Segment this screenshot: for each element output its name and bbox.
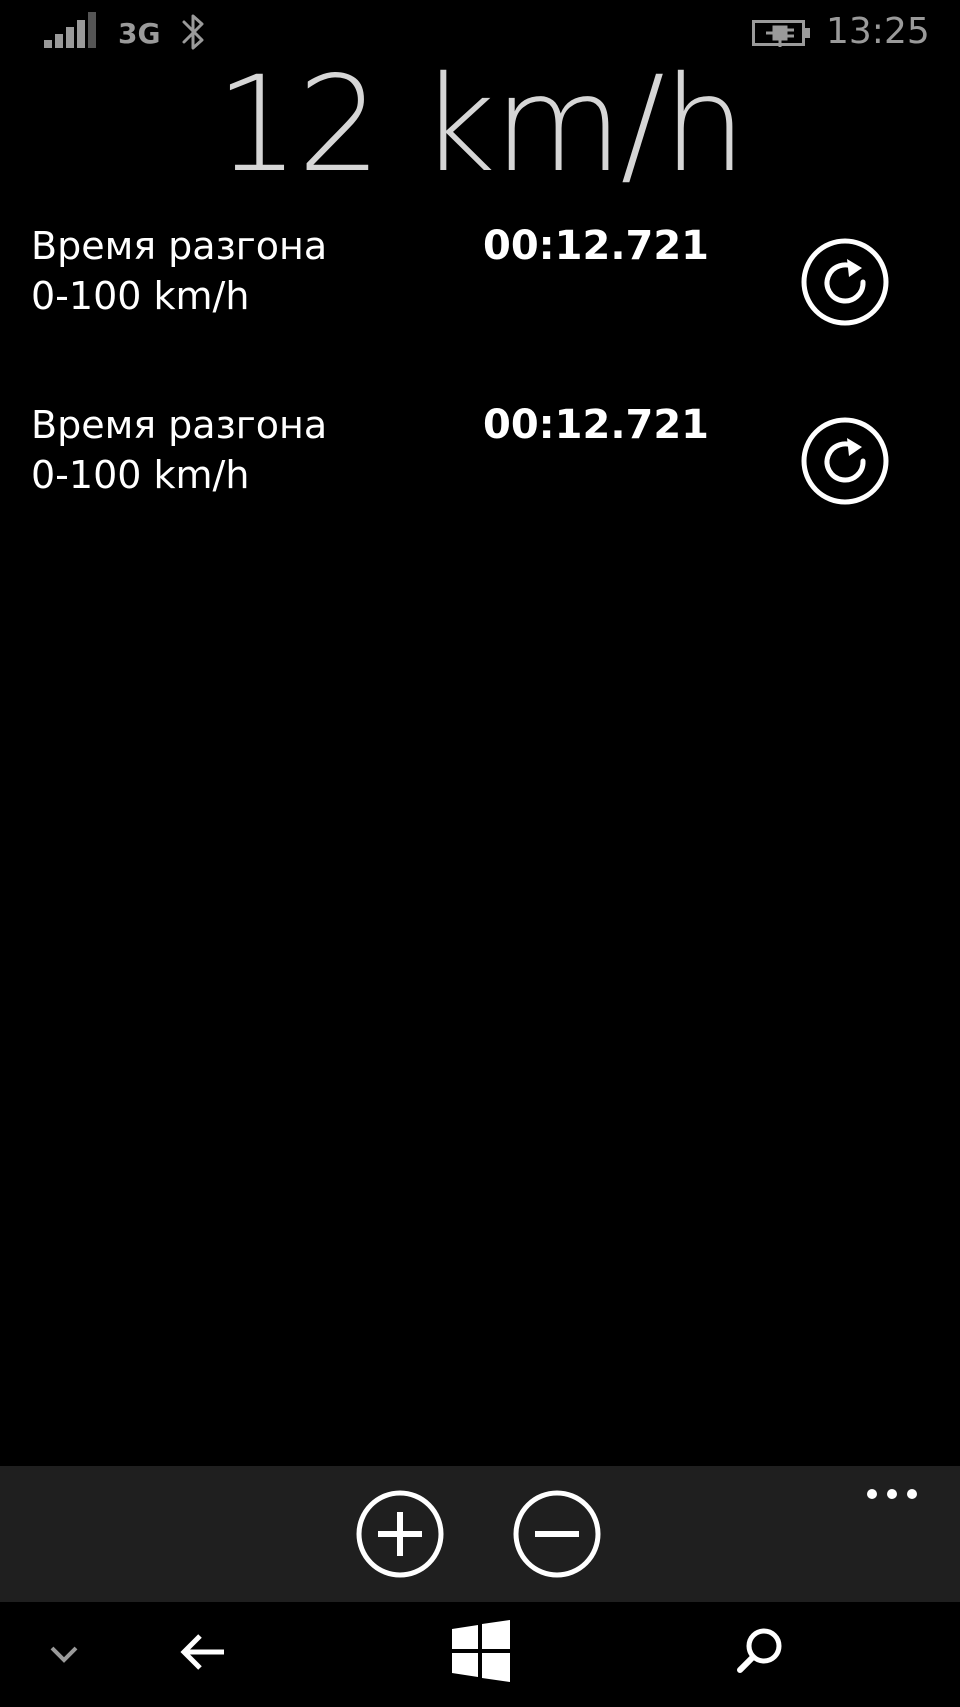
record-label-range: 0-100 km/h: [31, 274, 250, 318]
record-label: Время разгона 0-100 km/h: [31, 221, 327, 321]
back-arrow-icon[interactable]: [176, 1624, 232, 1680]
navigation-bar: [0, 1602, 960, 1707]
record-label-title: Время разгона: [31, 403, 328, 447]
refresh-icon[interactable]: [800, 237, 890, 327]
add-circle-icon[interactable]: [354, 1488, 446, 1580]
record-time: 00:12.721: [483, 223, 710, 269]
record-label-range: 0-100 km/h: [31, 453, 250, 497]
list-item: Время разгона 0-100 km/h 00:12.721: [0, 221, 960, 351]
ellipsis-icon[interactable]: [862, 1480, 922, 1508]
record-label: Время разгона 0-100 km/h: [31, 400, 327, 500]
bluetooth-icon: [182, 14, 204, 50]
status-clock: 13:25: [826, 11, 930, 52]
battery-charging-icon: [752, 20, 810, 47]
app-bar: [0, 1466, 960, 1602]
record-time: 00:12.721: [483, 402, 710, 448]
list-item: Время разгона 0-100 km/h 00:12.721: [0, 400, 960, 530]
current-speed: 12 km/h: [0, 50, 960, 200]
record-label-title: Время разгона: [31, 224, 328, 268]
signal-strength-icon: [44, 12, 96, 48]
chevron-down-icon[interactable]: [44, 1634, 84, 1674]
remove-circle-icon[interactable]: [511, 1488, 603, 1580]
current-speed-value: 12 km/h: [215, 48, 746, 202]
network-type-label: 3G: [118, 17, 161, 50]
windows-start-icon[interactable]: [450, 1620, 512, 1682]
search-icon[interactable]: [732, 1622, 788, 1678]
refresh-icon[interactable]: [800, 416, 890, 506]
